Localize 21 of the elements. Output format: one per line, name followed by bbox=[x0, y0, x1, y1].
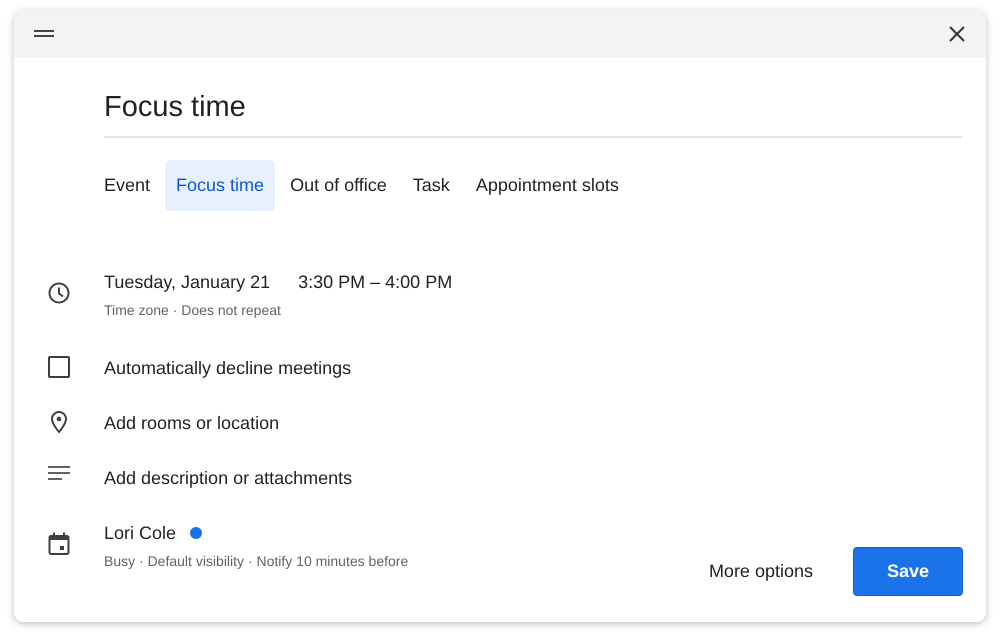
tab[interactable]: Out of office bbox=[279, 160, 398, 210]
event-details[interactable]: Time zone · Does not repeat bbox=[104, 302, 281, 318]
text-lines-icon bbox=[48, 464, 70, 480]
tab[interactable]: Event bbox=[93, 160, 162, 210]
clock-icon bbox=[47, 280, 71, 304]
event-date[interactable]: Tuesday, January 21 bbox=[104, 268, 270, 296]
more-options-button[interactable]: More options bbox=[692, 548, 829, 595]
save-button[interactable]: Save bbox=[853, 547, 963, 596]
event-details[interactable]: Busy · Default visibility · Notify 10 minutes before bbox=[104, 552, 408, 568]
calendar-icon bbox=[48, 532, 70, 556]
calendar-name: Lori Cole bbox=[104, 522, 176, 544]
description-field[interactable]: Add description or attachments bbox=[104, 464, 352, 492]
location-field[interactable]: Add rooms or location bbox=[104, 410, 280, 436]
title-input[interactable]: Focus time bbox=[104, 86, 962, 138]
tab[interactable]: Focus time bbox=[165, 160, 276, 210]
location-pin-icon bbox=[49, 410, 69, 434]
event-time[interactable]: 3:30 PM – 4:00 PM bbox=[298, 268, 452, 296]
checkbox-label: Automatically decline meetings bbox=[104, 356, 352, 380]
tab[interactable]: Appointment slots bbox=[464, 160, 630, 210]
checkbox[interactable] bbox=[48, 356, 70, 378]
tab[interactable]: Task bbox=[402, 160, 461, 210]
